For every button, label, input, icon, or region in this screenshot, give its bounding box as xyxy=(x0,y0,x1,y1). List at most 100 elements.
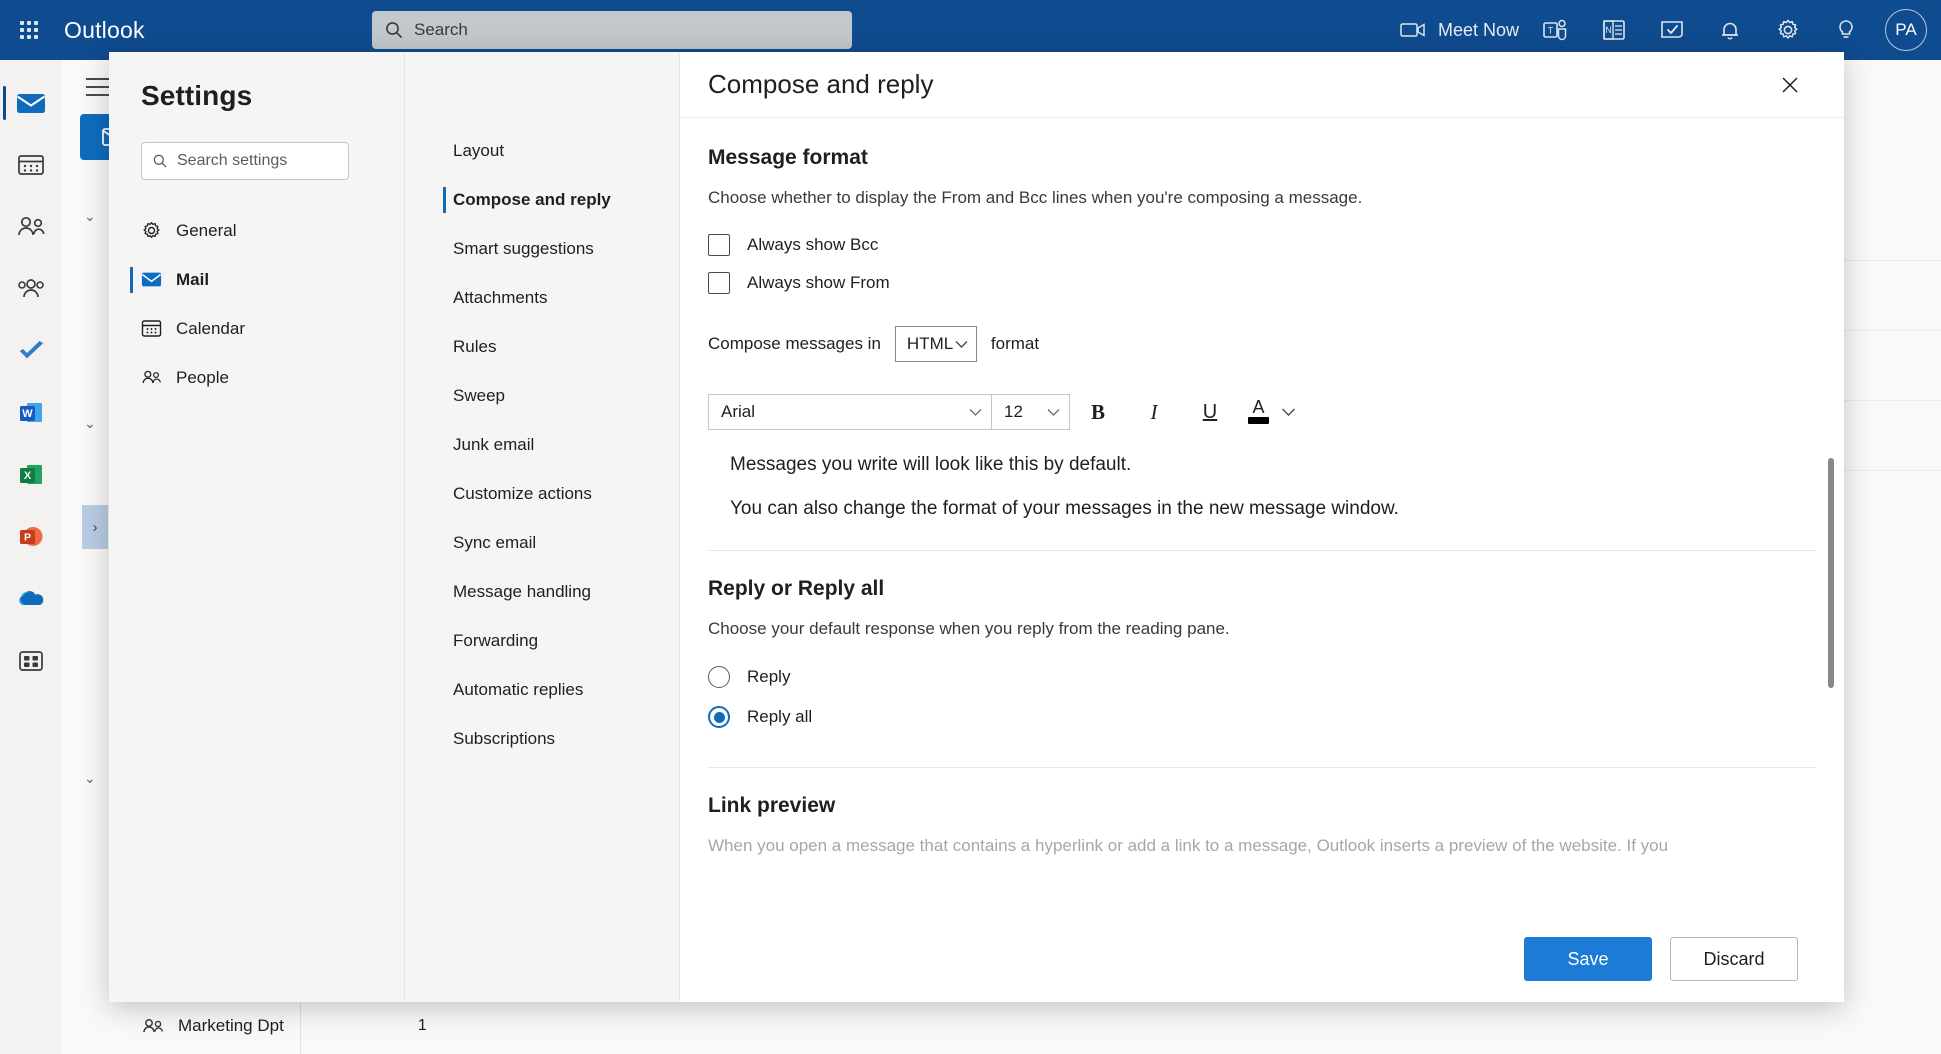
underline-button[interactable]: U xyxy=(1182,392,1238,432)
page-title: Compose and reply xyxy=(708,69,934,99)
rail-item-excel[interactable]: X xyxy=(0,444,62,506)
italic-label: I xyxy=(1150,399,1158,424)
rail-item-mail[interactable] xyxy=(0,72,62,134)
bold-button[interactable]: B xyxy=(1070,392,1126,432)
rail-item-onedrive[interactable] xyxy=(0,568,62,630)
font-size-select[interactable]: 12 xyxy=(992,394,1070,430)
suite-actions: Meet Now T N PA xyxy=(1396,0,1941,60)
settings-title: Settings xyxy=(141,80,253,111)
rail-item-all-apps[interactable] xyxy=(0,630,62,692)
section-title-message-format: Message format xyxy=(708,146,868,169)
subnav-item-sync-email[interactable]: Sync email xyxy=(405,518,679,567)
chevron-down-icon xyxy=(969,408,982,416)
subnav-item-automatic-replies[interactable]: Automatic replies xyxy=(405,665,679,714)
radio-reply[interactable]: Reply xyxy=(708,657,1816,697)
radio-reply-all[interactable]: Reply all xyxy=(708,697,1816,737)
subnav-item-sweep[interactable]: Sweep xyxy=(405,371,679,420)
vertical-scrollbar[interactable] xyxy=(1828,458,1834,688)
italic-button[interactable]: I xyxy=(1126,392,1182,432)
settings-category-label: General xyxy=(176,220,237,240)
subnav-item-attachments[interactable]: Attachments xyxy=(405,273,679,322)
discard-button[interactable]: Discard xyxy=(1670,937,1798,981)
app-brand-label: Outlook xyxy=(64,16,145,43)
checkbox-box xyxy=(708,272,730,294)
save-button[interactable]: Save xyxy=(1524,937,1652,981)
font-color-button[interactable]: A xyxy=(1248,398,1296,424)
preview-line-2: You can also change the format of your m… xyxy=(730,498,1399,519)
font-color-icon: A xyxy=(1248,398,1269,424)
apps-grid-icon xyxy=(19,651,43,671)
subnav-item-message-handling[interactable]: Message handling xyxy=(405,567,679,616)
subnav-item-subscriptions[interactable]: Subscriptions xyxy=(405,714,679,763)
section-divider xyxy=(708,767,1816,768)
settings-subnav-pane: Layout Compose and reply Smart suggestio… xyxy=(405,52,680,1002)
subnav-item-forwarding[interactable]: Forwarding xyxy=(405,616,679,665)
checkbox-always-show-bcc[interactable]: Always show Bcc xyxy=(708,226,1816,264)
subnav-item-layout[interactable]: Layout xyxy=(405,126,679,175)
compose-format-select[interactable]: HTML xyxy=(894,326,977,362)
onenote-icon[interactable]: N xyxy=(1585,0,1643,60)
avatar[interactable]: PA xyxy=(1885,9,1927,51)
lightbulb-icon[interactable] xyxy=(1817,0,1875,60)
chevron-down-icon xyxy=(955,340,968,348)
subnav-item-smart-suggestions[interactable]: Smart suggestions xyxy=(405,224,679,273)
subnav-item-compose-and-reply[interactable]: Compose and reply xyxy=(405,175,679,224)
compose-format-row: Compose messages in HTML format xyxy=(708,326,1816,362)
todo-icon[interactable] xyxy=(1643,0,1701,60)
search-input[interactable]: Search xyxy=(372,11,852,49)
settings-category-people[interactable]: People xyxy=(109,353,404,402)
folder-list-item[interactable]: Marketing Dpt 1 xyxy=(142,1016,427,1036)
settings-category-calendar[interactable]: Calendar xyxy=(109,304,404,353)
chevron-down-icon xyxy=(1047,408,1060,416)
subnav-item-junk-email[interactable]: Junk email xyxy=(405,420,679,469)
powerpoint-icon: P xyxy=(20,527,43,546)
subnav-label: Subscriptions xyxy=(453,728,556,748)
signature-preview[interactable]: Messages you write will look like this b… xyxy=(708,454,1816,520)
section-desc-message-format: Choose whether to display the From and B… xyxy=(708,188,1363,207)
settings-search-input[interactable]: Search settings xyxy=(141,142,349,180)
radio-circle xyxy=(708,666,730,688)
subnav-label: Forwarding xyxy=(453,630,539,650)
meet-now-button[interactable]: Meet Now xyxy=(1396,20,1527,41)
subnav-item-customize-actions[interactable]: Customize actions xyxy=(405,469,679,518)
chevron-down-icon[interactable]: ⌄ xyxy=(84,208,96,225)
svg-text:N: N xyxy=(1605,25,1612,35)
settings-category-list: General Mail Calendar People xyxy=(109,206,404,402)
content-header: Compose and reply xyxy=(680,52,1844,118)
close-button[interactable] xyxy=(1772,67,1808,103)
section-title-link-preview: Link preview xyxy=(708,794,836,817)
subnav-label: Smart suggestions xyxy=(453,238,594,258)
search-icon xyxy=(386,22,403,39)
rail-item-people[interactable] xyxy=(0,196,62,258)
subnav-label: Sweep xyxy=(453,385,505,405)
mail-icon xyxy=(141,269,162,290)
settings-category-general[interactable]: General xyxy=(109,206,404,255)
rail-item-word[interactable]: W xyxy=(0,382,62,444)
chevron-down-icon[interactable]: ⌄ xyxy=(84,415,96,432)
rail-item-to-do[interactable] xyxy=(0,320,62,382)
svg-text:P: P xyxy=(24,532,31,544)
compose-format-value: HTML xyxy=(906,334,954,353)
chevron-down-icon[interactable]: ⌄ xyxy=(84,770,96,787)
checkbox-always-show-from[interactable]: Always show From xyxy=(708,264,1816,302)
subnav-label: Layout xyxy=(453,140,505,160)
rail-item-calendar[interactable] xyxy=(0,134,62,196)
settings-category-label: Calendar xyxy=(176,318,245,338)
rail-item-groups[interactable] xyxy=(0,258,62,320)
font-size-value: 12 xyxy=(1004,402,1023,421)
app-launcher-button[interactable] xyxy=(0,21,58,39)
section-desc-reply: Choose your default response when you re… xyxy=(708,619,1230,638)
video-camera-icon xyxy=(1400,23,1425,37)
calendar-icon xyxy=(18,155,44,175)
bell-icon[interactable] xyxy=(1701,0,1759,60)
expand-pane-button[interactable]: › xyxy=(82,505,108,549)
settings-category-mail[interactable]: Mail xyxy=(109,255,404,304)
subnav-item-rules[interactable]: Rules xyxy=(405,322,679,371)
teams-icon[interactable]: T xyxy=(1527,0,1585,60)
checkbox-label: Always show Bcc xyxy=(747,235,879,254)
chevron-down-icon[interactable] xyxy=(1281,407,1296,417)
rail-item-powerpoint[interactable]: P xyxy=(0,506,62,568)
subnav-label: Message handling xyxy=(453,581,591,601)
gear-icon[interactable] xyxy=(1759,0,1817,60)
font-family-select[interactable]: Arial xyxy=(708,394,992,430)
